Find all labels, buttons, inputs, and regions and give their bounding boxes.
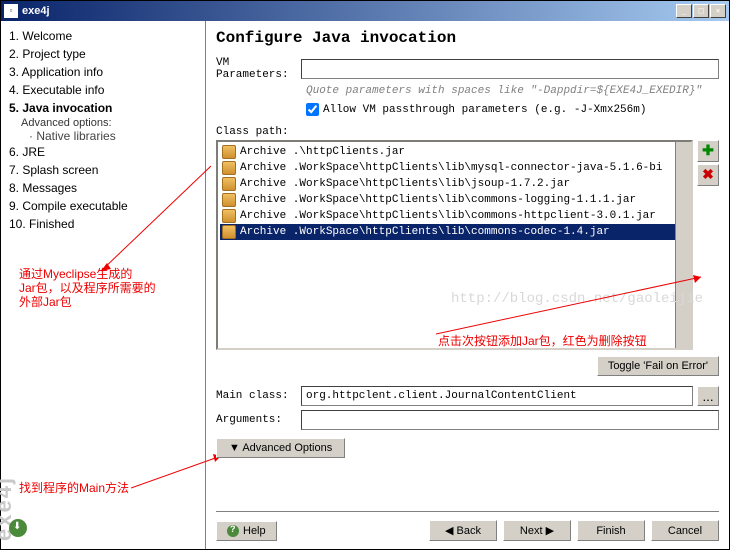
- plus-icon: ✚: [702, 142, 714, 158]
- arguments-input[interactable]: [301, 410, 719, 430]
- wizard-step-10[interactable]: 10. Finished: [9, 215, 197, 233]
- scrollbar[interactable]: [675, 142, 691, 348]
- annotation-2: 点击次按钮添加Jar包，红色为删除按钮: [438, 334, 647, 348]
- remove-classpath-button[interactable]: ✖: [697, 164, 719, 186]
- app-icon: ▫: [4, 4, 18, 18]
- arguments-label: Arguments:: [216, 414, 301, 426]
- advanced-options-button[interactable]: ▼ Advanced Options: [216, 438, 345, 458]
- add-classpath-button[interactable]: ✚: [697, 140, 719, 162]
- classpath-item[interactable]: Archive .WorkSpace\httpClients\lib\commo…: [220, 224, 689, 240]
- wizard-step-9[interactable]: 9. Compile executable: [9, 197, 197, 215]
- annotation-3: 找到程序的Main方法: [19, 481, 129, 495]
- finish-button[interactable]: Finish: [577, 520, 645, 541]
- archive-icon: [222, 209, 236, 223]
- window-title: exe4j: [22, 5, 676, 17]
- wizard-step-2[interactable]: 2. Project type: [9, 45, 197, 63]
- vm-params-hint: Quote parameters with spaces like "-Dapp…: [306, 85, 719, 97]
- wizard-step-1[interactable]: 1. Welcome: [9, 27, 197, 45]
- wizard-step-4[interactable]: 4. Executable info: [9, 81, 197, 99]
- minimize-button[interactable]: _: [676, 4, 692, 18]
- vm-params-label: VM Parameters:: [216, 57, 301, 81]
- next-button[interactable]: Next ▶: [503, 520, 571, 541]
- classpath-item[interactable]: Archive .WorkSpace\httpClients\lib\mysql…: [220, 160, 689, 176]
- maximize-button[interactable]: □: [693, 4, 709, 18]
- classpath-list[interactable]: Archive .\httpClients.jarArchive .WorkSp…: [216, 140, 693, 350]
- allow-passthrough-label: Allow VM passthrough parameters (e.g. -J…: [323, 104, 646, 116]
- wizard-step-3[interactable]: 3. Application info: [9, 63, 197, 81]
- browse-mainclass-button[interactable]: ...: [697, 386, 719, 406]
- mainclass-input[interactable]: [301, 386, 693, 406]
- archive-icon: [222, 177, 236, 191]
- vm-params-input[interactable]: [301, 59, 719, 79]
- wizard-step-8[interactable]: 8. Messages: [9, 179, 197, 197]
- close-button[interactable]: ✕: [710, 4, 726, 18]
- titlebar: ▫ exe4j _ □ ✕: [1, 1, 729, 21]
- archive-icon: [222, 161, 236, 175]
- cancel-button[interactable]: Cancel: [651, 520, 719, 541]
- wizard-steps-sidebar: 1. Welcome2. Project type3. Application …: [1, 21, 206, 549]
- classpath-label: Class path:: [216, 126, 301, 138]
- native-libraries-item[interactable]: · Native libraries: [9, 129, 197, 143]
- allow-passthrough-checkbox[interactable]: [306, 103, 319, 116]
- archive-icon: [222, 193, 236, 207]
- classpath-item[interactable]: Archive .WorkSpace\httpClients\lib\commo…: [220, 192, 689, 208]
- help-button[interactable]: Help: [216, 521, 277, 541]
- classpath-item[interactable]: Archive .WorkSpace\httpClients\lib\commo…: [220, 208, 689, 224]
- classpath-item[interactable]: Archive .\httpClients.jar: [220, 144, 689, 160]
- back-button[interactable]: ◀ Back: [429, 520, 497, 541]
- archive-icon: [222, 145, 236, 159]
- mainclass-label: Main class:: [216, 390, 301, 402]
- wizard-step-7[interactable]: 7. Splash screen: [9, 161, 197, 179]
- annotation-1: 通过Myeclipse生成的 Jar包，以及程序所需要的 外部Jar包: [19, 267, 156, 309]
- toggle-fail-button[interactable]: Toggle 'Fail on Error': [597, 356, 719, 376]
- archive-icon: [222, 225, 236, 239]
- page-title: Configure Java invocation: [216, 29, 719, 47]
- help-icon: [227, 525, 239, 537]
- classpath-item[interactable]: Archive .WorkSpace\httpClients\lib\jsoup…: [220, 176, 689, 192]
- wizard-step-6[interactable]: 6. JRE: [9, 143, 197, 161]
- advanced-options-label: Advanced options:: [9, 117, 197, 129]
- delete-icon: ✖: [702, 166, 714, 182]
- wizard-step-5[interactable]: 5. Java invocation: [9, 99, 197, 117]
